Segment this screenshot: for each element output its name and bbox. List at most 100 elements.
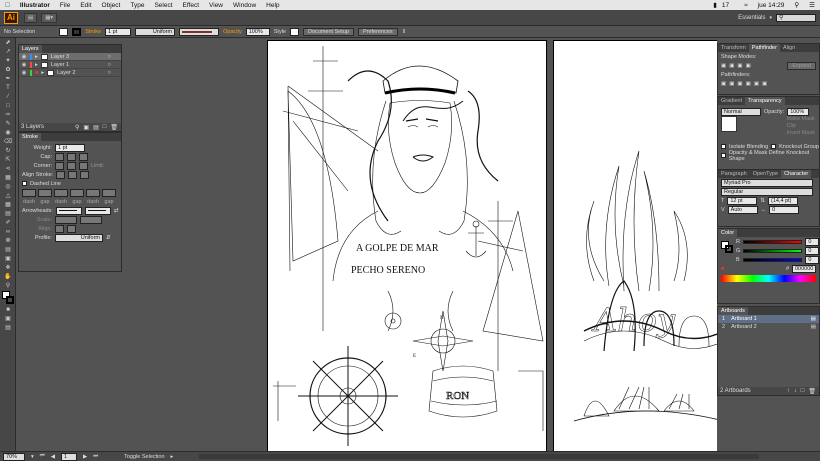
target-icon[interactable]: ○: [108, 54, 111, 60]
menu-select[interactable]: Select: [149, 2, 177, 9]
isolate-checkbox[interactable]: [721, 144, 726, 149]
make-mask-button[interactable]: Make Mask: [787, 116, 815, 122]
dash-field[interactable]: [22, 188, 36, 197]
color-mode-icon[interactable]: ■: [2, 306, 14, 314]
apple-icon[interactable]: : [0, 2, 15, 9]
visibility-eye-icon[interactable]: ◉: [21, 62, 27, 68]
tracking-field[interactable]: 0: [769, 205, 800, 214]
make-clipping-mask-icon[interactable]: ▣: [83, 124, 89, 131]
kerning-field[interactable]: Auto: [727, 205, 758, 214]
draw-mode-icon[interactable]: ▣: [2, 315, 14, 323]
free-transform-tool-icon[interactable]: ▦: [2, 174, 14, 182]
artboard-1[interactable]: A GOLPE DE MAR PECHO SERENO RON N E: [267, 40, 547, 451]
profile-select[interactable]: Uniform: [55, 233, 103, 242]
move-down-icon[interactable]: ↓: [794, 388, 797, 394]
tab-pathfinder[interactable]: Pathfinder: [748, 44, 780, 52]
visibility-eye-icon[interactable]: ◉: [21, 70, 27, 76]
workspace-switcher[interactable]: Essentials: [738, 15, 765, 21]
battery-icon[interactable]: ▮ 17: [708, 1, 739, 9]
layer-row[interactable]: ◉ ■ ▸ Layer 2 ○: [19, 69, 121, 77]
artboard-tool-icon[interactable]: ▣: [2, 255, 14, 263]
layer-row[interactable]: ◉ ▸ Layer 3 ○: [19, 53, 121, 61]
target-icon[interactable]: ○: [108, 62, 111, 68]
font-family-select[interactable]: Myriad Pro: [721, 178, 813, 187]
lock-icon[interactable]: ■: [35, 70, 38, 76]
delete-artboard-icon[interactable]: 🗑: [808, 388, 816, 395]
stroke-label[interactable]: Stroke: [85, 29, 101, 35]
magic-wand-tool-icon[interactable]: ✦: [2, 57, 14, 65]
align-outside-icon[interactable]: [80, 170, 90, 179]
red-value[interactable]: 0: [805, 237, 819, 246]
tab-layers[interactable]: Layers: [19, 45, 42, 53]
status-chevron-icon[interactable]: ▸: [171, 454, 174, 460]
end-arrowhead-select[interactable]: [84, 206, 111, 215]
layer-name[interactable]: Layer 1: [51, 62, 69, 68]
menu-file[interactable]: File: [55, 2, 75, 9]
blue-slider[interactable]: [742, 257, 803, 262]
projecting-cap-icon[interactable]: [79, 152, 88, 161]
hex-field[interactable]: 000000: [792, 264, 816, 273]
stroke-swatch[interactable]: [72, 27, 82, 36]
tab-align[interactable]: Align: [780, 44, 798, 52]
opacity-field[interactable]: 100%: [245, 27, 270, 36]
prev-artboard-icon[interactable]: ◀: [51, 454, 55, 460]
align-inside-icon[interactable]: [68, 170, 78, 179]
list-icon[interactable]: ☰: [804, 1, 820, 9]
weight-field[interactable]: 1 pt: [55, 143, 85, 152]
zoom-tool-icon[interactable]: ⚲: [2, 282, 14, 290]
color-spectrum[interactable]: [721, 275, 816, 282]
paintbrush-tool-icon[interactable]: ✑: [2, 111, 14, 119]
green-value[interactable]: 0: [805, 246, 819, 255]
wifi-icon[interactable]: ≈: [739, 2, 753, 9]
arrow-place-icon[interactable]: [67, 224, 76, 233]
artboard-list-item[interactable]: 1 Artboard 1 ▤: [718, 315, 819, 323]
green-slider[interactable]: [743, 248, 803, 253]
butt-cap-icon[interactable]: [55, 152, 64, 161]
canvas-area[interactable]: A GOLPE DE MAR PECHO SERENO RON N E Ahoy: [123, 38, 717, 451]
preferences-button[interactable]: Preferences: [357, 27, 398, 36]
variable-width-profile[interactable]: Uniform: [135, 27, 176, 36]
menu-window[interactable]: Window: [228, 2, 261, 9]
exclude-icon[interactable]: ▣: [746, 63, 751, 69]
layer-row[interactable]: ◉ ▸ Layer 1 ○: [19, 61, 121, 69]
tab-transform[interactable]: Transform: [718, 44, 749, 52]
tab-character[interactable]: Character: [781, 170, 812, 178]
blue-value[interactable]: 0: [805, 255, 819, 264]
slice-tool-icon[interactable]: ❖: [2, 264, 14, 272]
menu-view[interactable]: View: [204, 2, 228, 9]
miter-join-icon[interactable]: [55, 161, 64, 170]
document-setup-button[interactable]: Document Setup: [302, 27, 354, 36]
expand-triangle-icon[interactable]: ▸: [41, 70, 44, 76]
minus-back-icon[interactable]: ▣: [762, 81, 767, 87]
flip-icon[interactable]: ⇵: [106, 235, 111, 241]
column-graph-tool-icon[interactable]: ▤: [2, 246, 14, 254]
font-style-select[interactable]: Regular: [721, 187, 813, 196]
perspective-grid-tool-icon[interactable]: △: [2, 192, 14, 200]
help-search-input[interactable]: ⚲: [776, 13, 816, 22]
symbol-sprayer-tool-icon[interactable]: ❁: [2, 237, 14, 245]
minus-front-icon[interactable]: ▣: [729, 63, 734, 69]
workspace-chevron-icon[interactable]: ▾: [769, 15, 772, 21]
delete-layer-icon[interactable]: 🗑: [110, 124, 118, 131]
tab-artboards[interactable]: Artboards: [718, 307, 748, 315]
next-artboard-icon[interactable]: ▶: [83, 454, 87, 460]
fill-stroke-proxy[interactable]: [721, 241, 733, 253]
new-sublayer-icon[interactable]: ▤: [93, 124, 99, 131]
divide-icon[interactable]: ▣: [721, 81, 726, 87]
artboard-number-field[interactable]: 1: [60, 452, 77, 461]
menu-help[interactable]: Help: [261, 2, 284, 9]
target-icon[interactable]: ○: [108, 70, 111, 76]
selection-tool-icon[interactable]: ⬈: [2, 39, 14, 47]
end-scale-field[interactable]: [80, 215, 102, 224]
graphic-style-swatch[interactable]: [289, 27, 299, 36]
tab-transparency[interactable]: Transparency: [745, 97, 785, 105]
direct-selection-tool-icon[interactable]: ↗: [2, 48, 14, 56]
outline-icon[interactable]: ▣: [754, 81, 759, 87]
artboard-2[interactable]: Ahoy: [553, 40, 717, 451]
pen-tool-icon[interactable]: ✒: [2, 75, 14, 83]
pencil-tool-icon[interactable]: ✎: [2, 120, 14, 128]
gap-field[interactable]: [38, 188, 52, 197]
layer-name[interactable]: Layer 2: [57, 70, 75, 76]
new-layer-icon[interactable]: □: [103, 124, 107, 130]
blend-mode-select[interactable]: Normal: [721, 107, 761, 116]
